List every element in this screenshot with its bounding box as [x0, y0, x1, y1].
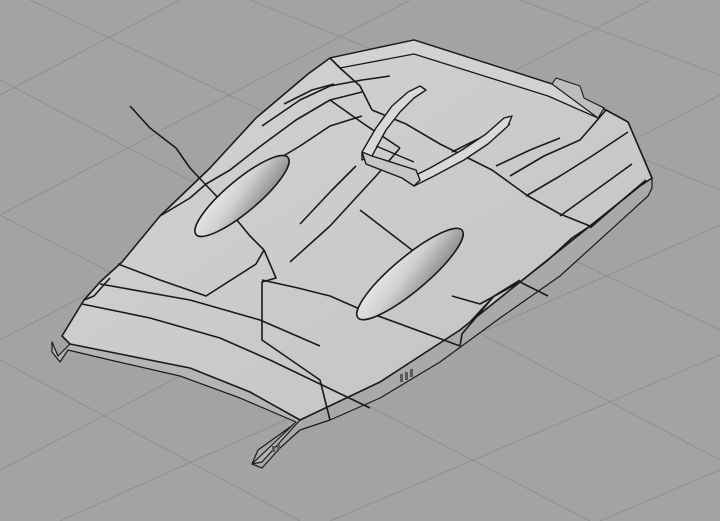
viewport-canvas[interactable]	[0, 0, 720, 521]
cad-viewport[interactable]	[0, 0, 720, 521]
hood-model[interactable]	[51, 39, 653, 469]
